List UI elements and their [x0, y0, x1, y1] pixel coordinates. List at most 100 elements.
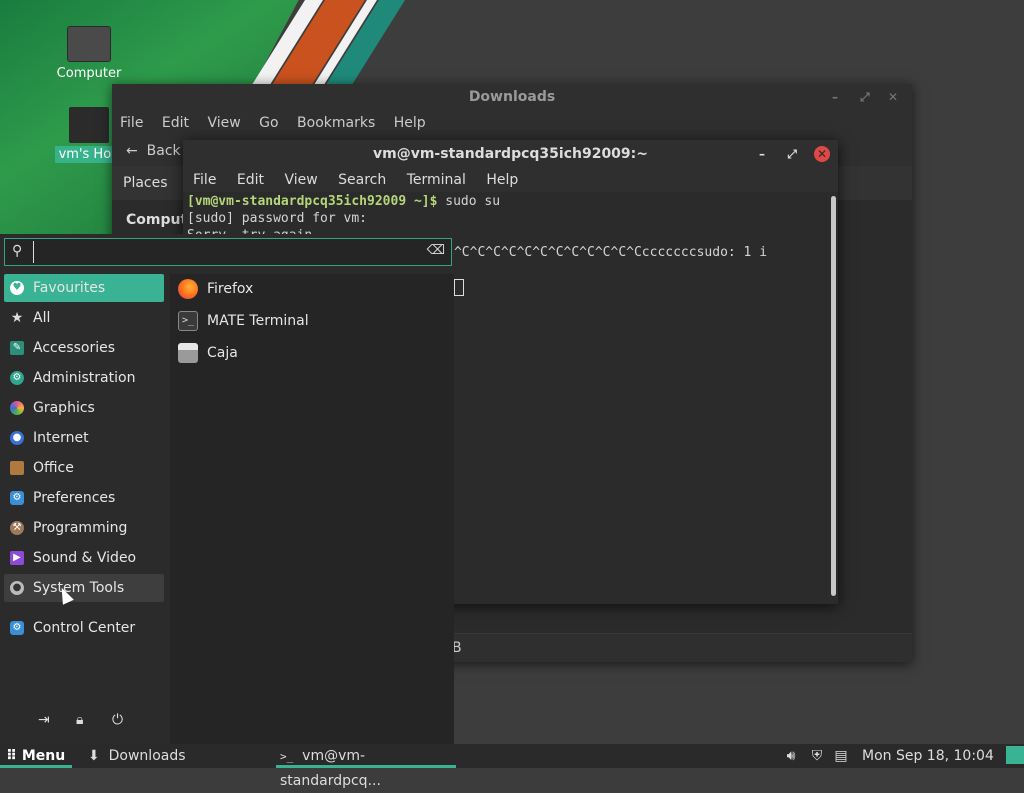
firefox-icon [178, 279, 198, 299]
category-label: Internet [33, 430, 89, 446]
menu-button[interactable]: ⠿ Menu [0, 744, 72, 768]
category-office[interactable]: Office [4, 454, 164, 482]
system-tools-icon: ● [10, 581, 24, 595]
terminal-command: sudo su [437, 194, 501, 209]
category-sound-video[interactable]: ▶ Sound & Video [4, 544, 164, 572]
shield-icon[interactable]: ⛨ [808, 744, 826, 768]
close-icon[interactable]: ✕ [888, 84, 898, 110]
back-label: Back [146, 143, 181, 159]
task-downloads[interactable]: ⬇ Downloads [88, 744, 186, 768]
grid-icon: ⠿ [6, 748, 17, 764]
window-titlebar[interactable]: Downloads – ⤢ ✕ [112, 84, 912, 110]
minimize-icon[interactable]: – [754, 146, 770, 162]
star-icon: ★ [10, 310, 24, 326]
window-title: Downloads [468, 89, 556, 105]
maximize-icon[interactable]: ⤢ [784, 146, 800, 162]
window-title: vm@vm-standardpcq35ich92009:~ [373, 146, 648, 162]
task-terminal[interactable]: >_ vm@vm-standardpcq... [276, 744, 456, 789]
session-buttons: ⇥ 🔒︎ ⏻ [0, 712, 168, 736]
power-icon[interactable]: ⏻ [112, 712, 123, 728]
computer-icon [67, 26, 111, 62]
menu-view[interactable]: View [284, 172, 317, 188]
category-system-tools[interactable]: ● System Tools [4, 574, 164, 602]
home-folder-icon [69, 107, 109, 143]
maximize-icon[interactable]: ⤢ [860, 84, 870, 110]
category-graphics[interactable]: Graphics [4, 394, 164, 422]
category-label: Favourites [33, 280, 106, 296]
menu-terminal[interactable]: Terminal [407, 172, 466, 188]
control-center-icon: ⚙ [10, 621, 24, 635]
notification-icon[interactable]: ▤ [832, 744, 850, 768]
category-internet[interactable]: ● Internet [4, 424, 164, 452]
menu-view[interactable]: View [207, 115, 240, 131]
category-all[interactable]: ★ All [4, 304, 164, 332]
category-label: Office [33, 460, 74, 476]
menu-file[interactable]: File [193, 172, 216, 188]
category-preferences[interactable]: ⚙ Preferences [4, 484, 164, 512]
menubar: File Edit View Search Terminal Help [183, 168, 838, 192]
arrow-left-icon: ← [126, 143, 138, 159]
app-caja[interactable]: Caja [170, 338, 454, 370]
menu-bookmarks[interactable]: Bookmarks [297, 115, 375, 131]
terminal-line: [sudo] password for vm: [187, 211, 368, 226]
sidebar-section-computer: Comput [126, 212, 188, 228]
search-box[interactable]: ⚲ ⌫ [4, 238, 452, 266]
category-label: Preferences [33, 490, 116, 506]
clock[interactable]: Mon Sep 18, 10:04 [862, 744, 994, 768]
heart-icon: ♥ [10, 281, 24, 295]
category-favourites[interactable]: ♥ Favourites [4, 274, 164, 302]
category-administration[interactable]: ⚙ Administration [4, 364, 164, 392]
application-menu: ⚲ ⌫ ♥ Favourites ★ All ✎ Accessories ⚙ Admin… [0, 234, 454, 744]
close-icon[interactable]: ✕ [814, 146, 830, 162]
office-icon [10, 461, 24, 475]
app-label: MATE Terminal [207, 313, 309, 329]
category-divider [0, 604, 168, 614]
accessories-icon: ✎ [10, 341, 24, 355]
task-label: vm@vm-standardpcq... [280, 748, 381, 789]
window-titlebar[interactable]: vm@vm-standardpcq35ich92009:~ – ⤢ ✕ [183, 140, 838, 168]
app-mate-terminal[interactable]: >_ MATE Terminal [170, 306, 454, 338]
search-input[interactable] [33, 241, 418, 263]
category-control-center[interactable]: ⚙ Control Center [4, 614, 164, 642]
lock-icon[interactable]: 🔒︎ [76, 712, 83, 728]
terminal-icon: >_ [280, 750, 294, 763]
volume-icon[interactable]: 🔊︎ [782, 744, 800, 768]
logout-icon[interactable]: ⇥ [38, 712, 50, 728]
category-label: System Tools [33, 580, 125, 596]
programming-icon: ⚒ [10, 521, 24, 535]
administration-icon: ⚙ [10, 371, 24, 385]
app-label: Caja [207, 345, 238, 361]
download-icon: ⬇ [88, 748, 100, 764]
app-label: Firefox [207, 281, 254, 297]
menu-help[interactable]: Help [486, 172, 518, 188]
application-list: Firefox >_ MATE Terminal Caja [170, 274, 454, 744]
category-label: Control Center [33, 620, 136, 636]
internet-icon: ● [10, 431, 24, 445]
menu-go[interactable]: Go [259, 115, 278, 131]
scrollbar[interactable] [831, 196, 836, 596]
show-desktop-button[interactable] [1006, 746, 1024, 764]
desktop: Computer vm's Hon Downloads – ⤢ ✕ File E… [0, 0, 1024, 744]
category-label: Programming [33, 520, 128, 536]
category-programming[interactable]: ⚒ Programming [4, 514, 164, 542]
terminal-icon: >_ [178, 311, 198, 331]
menu-edit[interactable]: Edit [162, 115, 189, 131]
app-firefox[interactable]: Firefox [170, 274, 454, 306]
desktop-icon-label: Computer [56, 66, 122, 81]
back-button[interactable]: ← Back [126, 143, 181, 159]
clear-icon[interactable]: ⌫ [427, 243, 445, 258]
menu-search[interactable]: Search [338, 172, 386, 188]
search-icon: ⚲ [12, 243, 23, 259]
category-label: Administration [33, 370, 136, 386]
menu-help[interactable]: Help [394, 115, 426, 131]
menubar: File Edit View Go Bookmarks Help [112, 110, 912, 136]
terminal-line: [vm@vm-standardpcq35ich92009 ~]$ sudo su [187, 194, 819, 211]
category-label: Graphics [33, 400, 95, 416]
minimize-icon[interactable]: – [832, 84, 838, 110]
menu-file[interactable]: File [120, 115, 143, 131]
sound-video-icon: ▶ [10, 551, 24, 565]
desktop-icon-computer[interactable]: Computer [44, 26, 134, 81]
category-accessories[interactable]: ✎ Accessories [4, 334, 164, 362]
menu-edit[interactable]: Edit [237, 172, 264, 188]
category-label: Accessories [33, 340, 116, 356]
